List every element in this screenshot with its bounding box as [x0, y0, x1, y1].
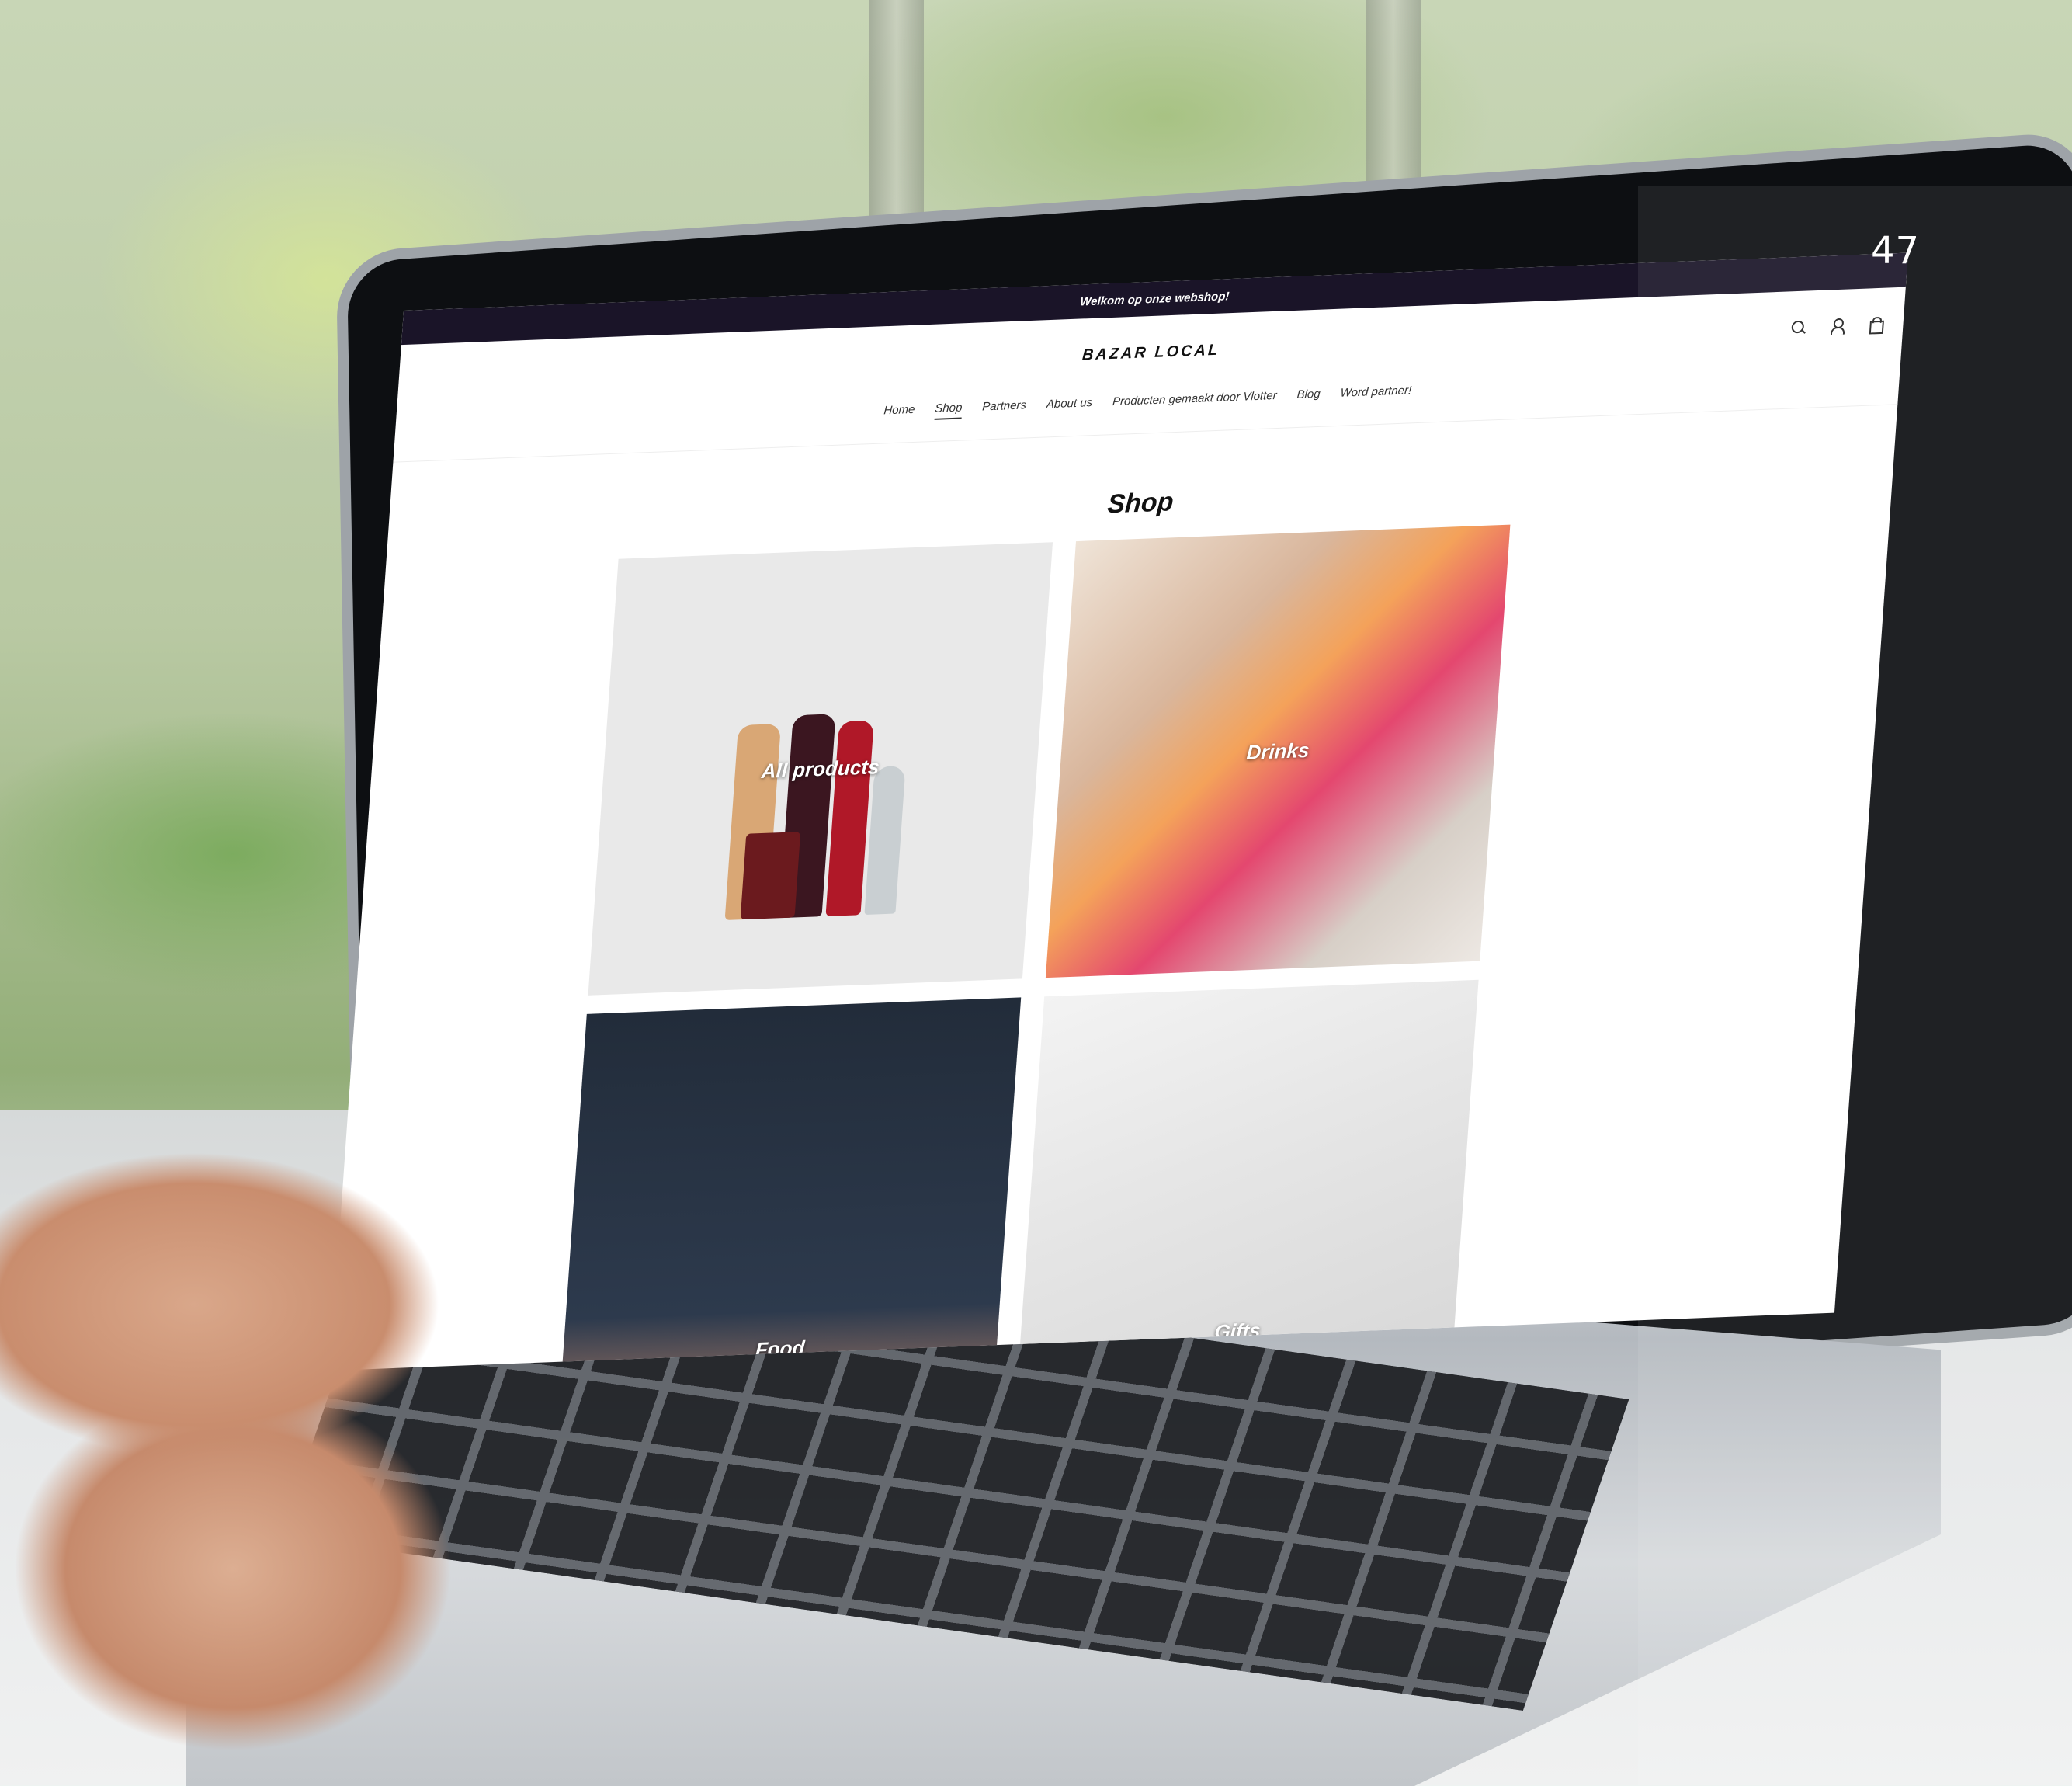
- collection-grid: All products Drinks Food Gifts: [556, 523, 1534, 1371]
- collection-label-drinks: Drinks: [1245, 738, 1310, 764]
- nav-shop[interactable]: Shop: [934, 401, 963, 420]
- nav-partners[interactable]: Partners: [981, 398, 1027, 418]
- collection-tile-drinks[interactable]: Drinks: [1045, 524, 1511, 978]
- page-overlay-panel: [1638, 186, 2072, 1785]
- announcement-text: Welkom op onze webshop!: [1079, 289, 1230, 309]
- collection-tile-all-products[interactable]: All products: [588, 542, 1053, 996]
- collection-tile-food[interactable]: Food: [556, 997, 1022, 1371]
- nav-producten-vlotter[interactable]: Producten gemaakt door Vlotter: [1112, 389, 1277, 413]
- hands-typing: [0, 1149, 590, 1786]
- nav-blog[interactable]: Blog: [1296, 387, 1321, 406]
- page-number: 47: [1871, 229, 1921, 273]
- nav-home[interactable]: Home: [883, 403, 915, 422]
- nav-word-partner[interactable]: Word partner!: [1340, 384, 1412, 405]
- bottles-image: [710, 679, 943, 921]
- collection-label-all-products: All products: [760, 754, 880, 783]
- collection-tile-gifts[interactable]: Gifts: [1014, 979, 1479, 1371]
- nav-about-us[interactable]: About us: [1046, 396, 1092, 415]
